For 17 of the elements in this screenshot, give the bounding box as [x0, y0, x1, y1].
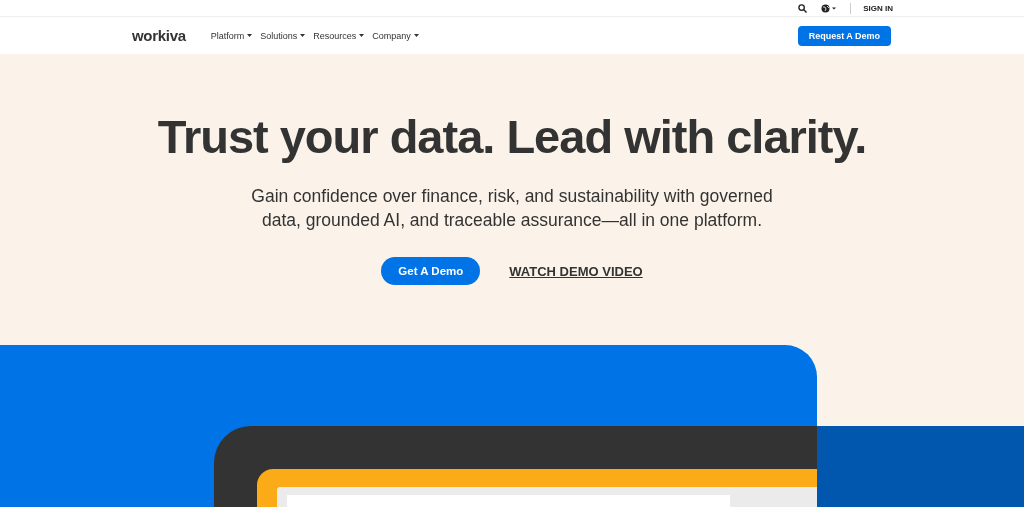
caret-icon [247, 34, 253, 37]
caret-icon [413, 34, 419, 37]
request-demo-button[interactable]: Request A Demo [797, 25, 891, 46]
search-icon[interactable] [798, 3, 808, 13]
caret-icon [300, 34, 306, 37]
sign-in-link[interactable]: SIGN IN [850, 2, 893, 14]
nav-menu-item[interactable]: Solutions [260, 30, 306, 41]
nav-menu-item[interactable]: Resources [313, 30, 365, 41]
watch-video-link[interactable]: WATCH DEMO VIDEO [509, 263, 643, 279]
nav-menu-item[interactable]: Platform [210, 30, 253, 41]
hero-title: Trust your data. Lead with clarity. [157, 109, 867, 164]
hero-subtitle: Gain confidence over finance, risk, and sustainability with governed data, grounded AI, and traceable assurance—all in one platform. [250, 185, 774, 232]
caret-icon [359, 34, 365, 37]
logo[interactable]: workiva [132, 27, 186, 44]
globe-icon[interactable] [821, 3, 837, 13]
nav-menu-item[interactable]: Company [372, 30, 419, 41]
get-demo-button[interactable]: Get A Demo [381, 257, 481, 285]
